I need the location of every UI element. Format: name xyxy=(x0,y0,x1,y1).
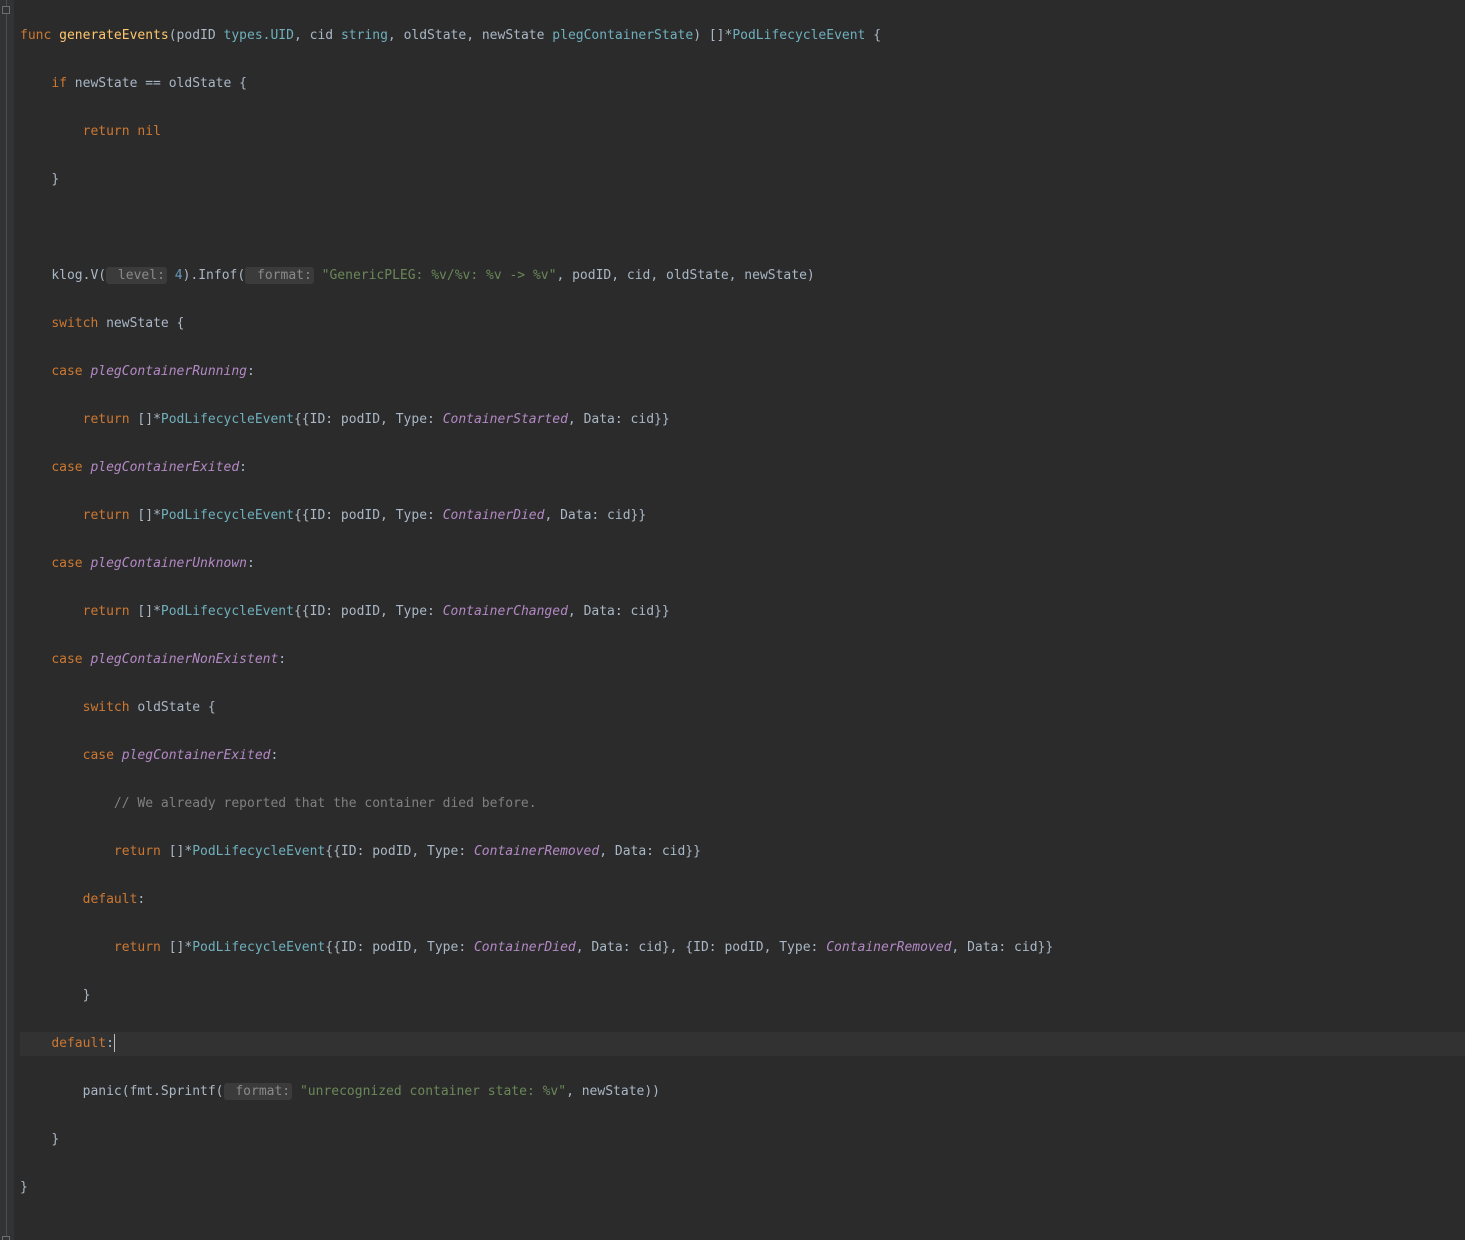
code-line[interactable]: switch oldState { xyxy=(20,696,1465,720)
keyword-func: func xyxy=(20,28,51,43)
constant: ContainerRemoved xyxy=(474,844,599,859)
type: string xyxy=(341,28,388,43)
code-line-current[interactable]: default: xyxy=(20,1032,1465,1056)
keyword-switch: switch xyxy=(51,316,98,331)
keyword-default: default xyxy=(83,892,138,907)
keyword-switch: switch xyxy=(83,700,130,715)
code-line[interactable]: return []*PodLifecycleEvent{{ID: podID, … xyxy=(20,408,1465,432)
code-area[interactable]: func generateEvents(podID types.UID, cid… xyxy=(14,0,1465,1240)
keyword-return: return xyxy=(83,412,130,427)
code-line[interactable]: klog.V( level: 4).Infof( format: "Generi… xyxy=(20,264,1465,288)
code-line[interactable]: case plegContainerExited: xyxy=(20,456,1465,480)
constant: plegContainerNonExistent xyxy=(90,652,278,667)
code-line[interactable]: return []*PodLifecycleEvent{{ID: podID, … xyxy=(20,600,1465,624)
constant: plegContainerUnknown xyxy=(90,556,247,571)
code-line[interactable]: panic(fmt.Sprintf( format: "unrecognized… xyxy=(20,1080,1465,1104)
param: oldState xyxy=(404,28,467,43)
string: "unrecognized container state: %v" xyxy=(300,1084,566,1099)
keyword-return: return xyxy=(114,940,161,955)
text-caret xyxy=(114,1034,115,1052)
param: cid xyxy=(310,28,333,43)
code-line[interactable]: case plegContainerUnknown: xyxy=(20,552,1465,576)
keyword-return: return xyxy=(83,508,130,523)
fold-guide xyxy=(6,0,7,1240)
function-name: generateEvents xyxy=(59,28,169,43)
constant: plegContainerExited xyxy=(90,460,239,475)
param: podID xyxy=(177,28,216,43)
code-line[interactable]: return []*PodLifecycleEvent{{ID: podID, … xyxy=(20,840,1465,864)
code-line[interactable]: case plegContainerRunning: xyxy=(20,360,1465,384)
code-editor[interactable]: func generateEvents(podID types.UID, cid… xyxy=(0,0,1465,1240)
constant: ContainerDied xyxy=(443,508,545,523)
code-line[interactable]: default: xyxy=(20,888,1465,912)
type: PodLifecycleEvent xyxy=(161,412,294,427)
code-line[interactable]: return []*PodLifecycleEvent{{ID: podID, … xyxy=(20,504,1465,528)
constant: ContainerDied xyxy=(474,940,576,955)
keyword-case: case xyxy=(51,460,82,475)
builtin-panic: panic xyxy=(83,1084,122,1099)
code-line[interactable] xyxy=(20,216,1465,240)
code-line[interactable]: // We already reported that the containe… xyxy=(20,792,1465,816)
type: PodLifecycleEvent xyxy=(161,508,294,523)
keyword-nil: nil xyxy=(137,124,160,139)
code-line[interactable]: func generateEvents(podID types.UID, cid… xyxy=(20,24,1465,48)
string: "GenericPLEG: %v/%v: %v -> %v" xyxy=(322,268,557,283)
code-line[interactable]: case plegContainerExited: xyxy=(20,744,1465,768)
constant: ContainerRemoved xyxy=(826,940,951,955)
gutter xyxy=(0,0,14,1240)
code-line[interactable]: } xyxy=(20,984,1465,1008)
keyword-if: if xyxy=(51,76,67,91)
code-line[interactable]: return []*PodLifecycleEvent{{ID: podID, … xyxy=(20,936,1465,960)
keyword-return: return xyxy=(83,124,130,139)
param: newState xyxy=(482,28,545,43)
type: PodLifecycleEvent xyxy=(161,604,294,619)
fold-marker[interactable] xyxy=(2,6,10,14)
param-hint-level: level: xyxy=(106,267,167,284)
type: PodLifecycleEvent xyxy=(192,940,325,955)
param-hint-format: format: xyxy=(245,267,314,284)
type: PodLifecycleEvent xyxy=(732,28,865,43)
code-line[interactable]: switch newState { xyxy=(20,312,1465,336)
code-line[interactable]: if newState == oldState { xyxy=(20,72,1465,96)
constant: ContainerStarted xyxy=(443,412,568,427)
constant: ContainerChanged xyxy=(443,604,568,619)
type: types.UID xyxy=(224,28,294,43)
type: PodLifecycleEvent xyxy=(192,844,325,859)
keyword-case: case xyxy=(51,364,82,379)
code-line[interactable]: return nil xyxy=(20,120,1465,144)
comment: // We already reported that the containe… xyxy=(114,796,537,811)
keyword-case: case xyxy=(51,556,82,571)
keyword-case: case xyxy=(83,748,114,763)
constant: plegContainerExited xyxy=(122,748,271,763)
code-line[interactable]: case plegContainerNonExistent: xyxy=(20,648,1465,672)
constant: plegContainerRunning xyxy=(90,364,247,379)
number: 4 xyxy=(175,268,183,283)
keyword-case: case xyxy=(51,652,82,667)
param-hint-format: format: xyxy=(224,1083,293,1100)
keyword-return: return xyxy=(114,844,161,859)
fold-marker[interactable] xyxy=(2,1236,10,1240)
type: plegContainerState xyxy=(552,28,693,43)
code-line[interactable]: } xyxy=(20,168,1465,192)
keyword-default: default xyxy=(51,1036,106,1051)
keyword-return: return xyxy=(83,604,130,619)
code-line[interactable]: } xyxy=(20,1176,1465,1200)
code-line[interactable]: } xyxy=(20,1128,1465,1152)
